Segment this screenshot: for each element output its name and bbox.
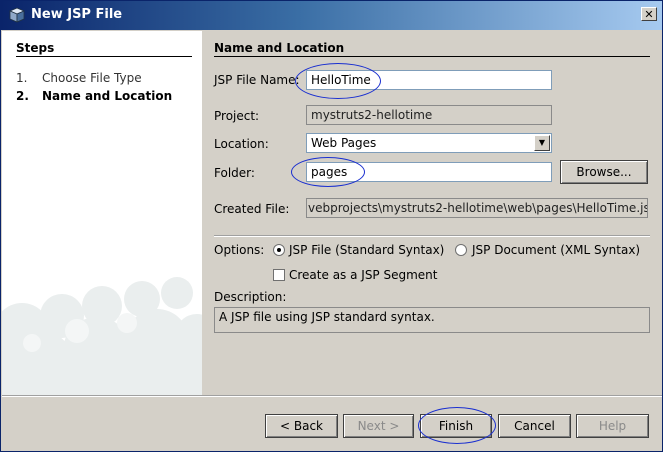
finish-button[interactable]: Finish bbox=[420, 414, 492, 438]
jsp-segment-label[interactable]: Create as a JSP Segment bbox=[289, 268, 437, 282]
jsp-xml-syntax-label[interactable]: JSP Document (XML Syntax) bbox=[472, 243, 640, 257]
new-jsp-file-dialog: New JSP File ✕ Steps 1. Choose File Type… bbox=[0, 0, 663, 452]
jsp-file-name-label: JSP File Name: bbox=[214, 73, 300, 87]
created-file-label: Created File: bbox=[214, 202, 290, 216]
step-number: 2. bbox=[16, 89, 29, 103]
step-name-and-location: 2. Name and Location bbox=[16, 89, 172, 103]
step-choose-file-type: 1. Choose File Type bbox=[16, 71, 142, 85]
close-button[interactable]: ✕ bbox=[641, 7, 657, 21]
folder-input[interactable]: pages bbox=[306, 162, 552, 182]
bubbles-decoration bbox=[2, 277, 202, 395]
chevron-down-icon[interactable]: ▼ bbox=[534, 135, 550, 151]
section-heading: Name and Location bbox=[214, 41, 345, 55]
close-icon: ✕ bbox=[644, 7, 654, 21]
cancel-button[interactable]: Cancel bbox=[498, 414, 571, 438]
next-button[interactable]: Next > bbox=[343, 414, 414, 438]
section-divider bbox=[214, 56, 650, 57]
step-label: Name and Location bbox=[42, 89, 173, 103]
steps-panel: Steps 1. Choose File Type 2. Name and Loca… bbox=[2, 31, 202, 395]
step-label: Choose File Type bbox=[42, 71, 142, 85]
cube-icon bbox=[9, 7, 25, 23]
title-bar: New JSP File ✕ bbox=[1, 1, 662, 30]
window-title: New JSP File bbox=[31, 7, 123, 22]
options-separator bbox=[214, 235, 650, 237]
location-value: Web Pages bbox=[311, 136, 377, 150]
steps-divider bbox=[16, 56, 192, 57]
jsp-standard-syntax-radio[interactable] bbox=[273, 244, 285, 256]
jsp-segment-checkbox[interactable] bbox=[273, 269, 285, 281]
created-file-field: vebprojects\mystruts2-hellotime\web\page… bbox=[306, 198, 648, 218]
jsp-file-name-input[interactable]: HelloTime bbox=[306, 70, 552, 90]
description-label: Description: bbox=[214, 290, 287, 304]
location-label: Location: bbox=[214, 137, 269, 151]
description-text: A JSP file using JSP standard syntax. bbox=[214, 307, 650, 333]
button-bar-separator bbox=[2, 395, 662, 397]
project-field: mystruts2-hellotime bbox=[306, 105, 552, 125]
step-number: 1. bbox=[16, 71, 28, 85]
browse-button[interactable]: Browse... bbox=[560, 160, 648, 184]
help-button[interactable]: Help bbox=[576, 414, 649, 438]
jsp-xml-syntax-radio[interactable] bbox=[455, 244, 467, 256]
options-label: Options: bbox=[214, 243, 265, 257]
name-location-panel: Name and Location JSP File Name: HelloTi… bbox=[202, 31, 662, 395]
back-button[interactable]: < Back bbox=[265, 414, 338, 438]
location-select[interactable]: Web Pages ▼ bbox=[306, 133, 552, 153]
steps-heading: Steps bbox=[16, 41, 55, 55]
folder-label: Folder: bbox=[214, 166, 255, 180]
jsp-standard-syntax-label[interactable]: JSP File (Standard Syntax) bbox=[289, 243, 444, 257]
project-label: Project: bbox=[214, 109, 260, 123]
